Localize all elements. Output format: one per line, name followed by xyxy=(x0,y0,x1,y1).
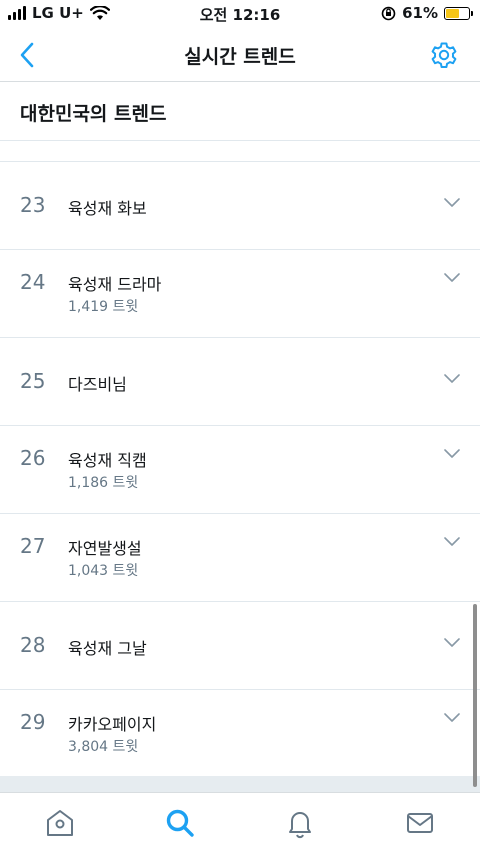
battery-icon xyxy=(444,6,473,20)
tab-home[interactable] xyxy=(44,807,76,839)
list-footer xyxy=(0,776,480,792)
trend-tweet-count: 3,804 트윗 xyxy=(68,739,139,755)
trend-name: 육성재 드라마 xyxy=(68,275,162,294)
trend-tweet-count: 1,186 트윗 xyxy=(68,475,139,491)
tab-bar xyxy=(0,792,480,854)
orientation-lock-icon xyxy=(381,6,396,20)
trend-item[interactable]: 23 육성재 화보 xyxy=(0,162,480,250)
trend-rank: 29 xyxy=(20,710,46,734)
trend-name: 카카오페이지 xyxy=(68,715,157,734)
bell-icon xyxy=(289,812,311,839)
tab-messages[interactable] xyxy=(404,807,436,839)
home-icon xyxy=(47,810,73,836)
status-right: 61% xyxy=(381,4,473,22)
trend-name: 육성재 직캠 xyxy=(68,451,147,470)
status-bar: LG U+ 오전 12:16 61% xyxy=(0,0,480,28)
chevron-down-icon[interactable] xyxy=(444,198,460,208)
trend-name: 육성재 그날 xyxy=(68,639,147,658)
chevron-down-icon[interactable] xyxy=(444,374,460,384)
chevron-down-icon[interactable] xyxy=(444,449,460,459)
trend-rank: 28 xyxy=(20,633,46,657)
chevron-down-icon[interactable] xyxy=(444,713,460,723)
trend-item[interactable]: 25 다즈비님 xyxy=(0,338,480,426)
battery-percent: 61% xyxy=(402,4,438,22)
trend-rank: 27 xyxy=(20,534,46,558)
scrollbar[interactable] xyxy=(473,604,477,787)
section-title: 대한민국의 트렌드 xyxy=(20,103,167,125)
settings-button[interactable] xyxy=(428,39,460,71)
gear-icon xyxy=(431,42,457,68)
chevron-down-icon[interactable] xyxy=(444,273,460,283)
search-icon xyxy=(166,809,194,837)
trend-name: 다즈비님 xyxy=(68,375,127,394)
trend-name: 자연발생설 xyxy=(68,539,142,558)
trend-name: 육성재 화보 xyxy=(68,199,147,218)
trend-item[interactable]: 29 카카오페이지 3,804 트윗 xyxy=(0,690,480,778)
trend-item[interactable]: 24 육성재 드라마 1,419 트윗 xyxy=(0,250,480,338)
page-title: 실시간 트렌드 xyxy=(184,46,296,68)
trend-rank: 25 xyxy=(20,369,46,393)
mail-icon xyxy=(407,813,433,833)
trend-tweet-count: 1,043 트윗 xyxy=(68,563,139,579)
trend-item[interactable]: 27 자연발생설 1,043 트윗 xyxy=(0,514,480,602)
tab-search[interactable] xyxy=(164,807,196,839)
tab-notifications[interactable] xyxy=(284,807,316,839)
trend-item[interactable]: 28 육성재 그날 xyxy=(0,602,480,690)
trend-list: 23 육성재 화보 24 육성재 드라마 1,419 트윗 25 다즈비님 26… xyxy=(0,162,480,778)
nav-bar: 실시간 트렌드 xyxy=(0,28,480,82)
trend-rank: 24 xyxy=(20,270,46,294)
trend-rank: 26 xyxy=(20,446,46,470)
chevron-down-icon[interactable] xyxy=(444,537,460,547)
trend-rank: 23 xyxy=(20,193,46,217)
section-header: 대한민국의 트렌드 xyxy=(0,83,480,141)
trend-item[interactable]: 26 육성재 직캠 1,186 트윗 xyxy=(0,426,480,514)
battery-fill xyxy=(446,8,459,18)
trend-tweet-count: 1,419 트윗 xyxy=(68,299,139,315)
chevron-down-icon[interactable] xyxy=(444,638,460,648)
